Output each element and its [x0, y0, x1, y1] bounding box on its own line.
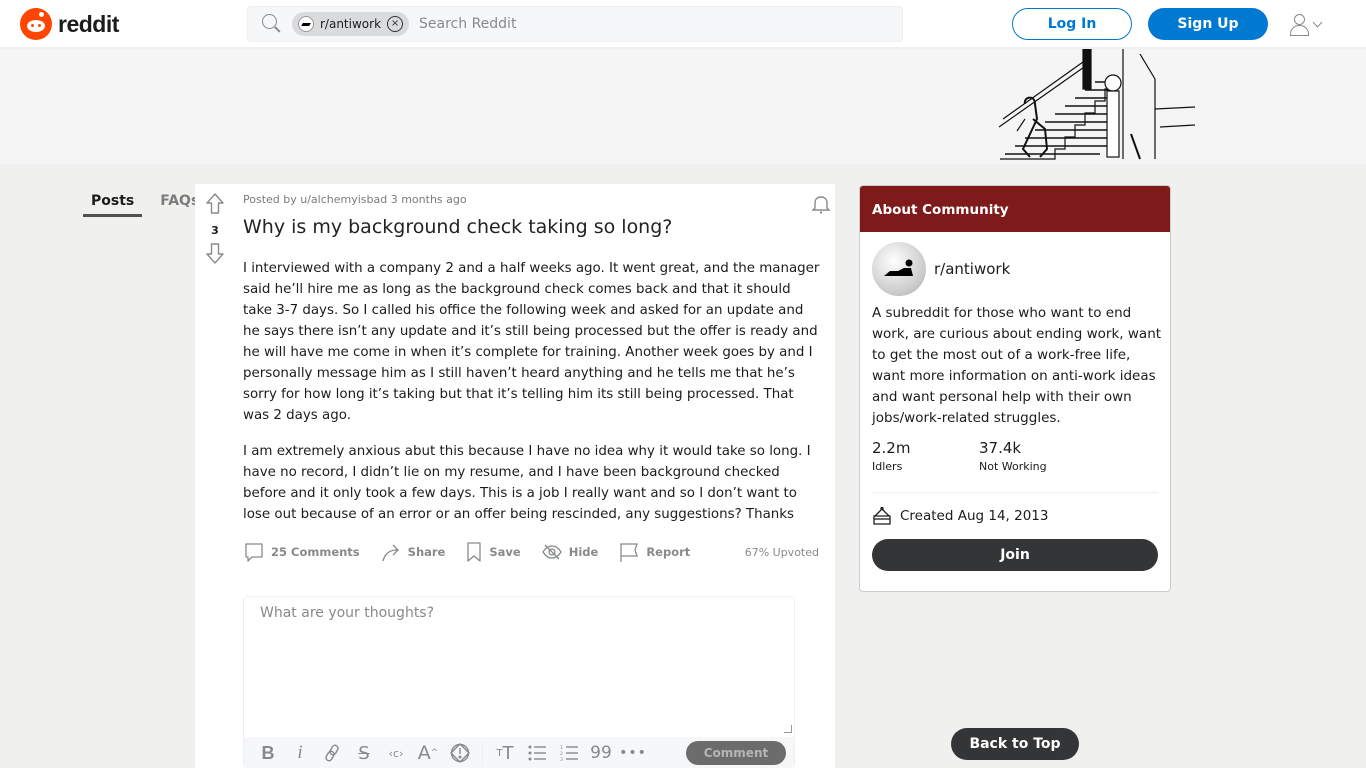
- comments-label: 25 Comments: [271, 545, 360, 559]
- subreddit-avatar-icon: [298, 16, 314, 32]
- search-icon: [262, 14, 282, 34]
- spoiler-icon[interactable]: [444, 739, 476, 767]
- post-body: I interviewed with a company 2 and a hal…: [243, 258, 823, 540]
- reclining-person-icon: [884, 259, 913, 276]
- toolbar-divider: [482, 741, 483, 765]
- stat-label: Idlers: [872, 460, 903, 473]
- join-button[interactable]: Join: [872, 539, 1158, 571]
- flag-icon: [620, 543, 639, 562]
- quote-icon[interactable]: 99: [585, 739, 617, 767]
- vote-column: 3: [203, 192, 227, 269]
- bookmark-icon: [467, 542, 482, 562]
- close-icon[interactable]: ×: [387, 16, 404, 32]
- user-menu-button[interactable]: [1288, 12, 1330, 36]
- share-icon: [382, 544, 399, 562]
- svg-text:3: 3: [560, 757, 563, 761]
- subreddit-banner: Posts FAQs Library Quotes Music: [0, 49, 1366, 217]
- user-icon: [1288, 13, 1310, 36]
- hide-label: Hide: [568, 545, 599, 559]
- comments-button[interactable]: 25 Comments: [243, 541, 360, 563]
- share-button[interactable]: Share: [380, 541, 446, 563]
- about-community-card: About Community r/antiwork A subreddit f…: [859, 185, 1171, 592]
- more-icon[interactable]: •••: [617, 739, 649, 767]
- top-nav: reddit r/antiwork × Log In Sign Up: [0, 0, 1366, 48]
- created-date: Created Aug 14, 2013: [872, 506, 1049, 526]
- hide-button[interactable]: Hide: [541, 541, 599, 563]
- vote-count: 3: [211, 224, 219, 237]
- svg-text:2: 2: [560, 751, 563, 757]
- italic-icon[interactable]: i: [284, 739, 316, 767]
- heading-icon[interactable]: TT: [489, 739, 521, 767]
- share-label: Share: [407, 545, 446, 559]
- numbered-list-icon[interactable]: 123: [553, 739, 585, 767]
- save-button[interactable]: Save: [465, 541, 521, 563]
- strikethrough-icon[interactable]: S: [348, 739, 380, 767]
- post-paragraph: I am extremely anxious abut this because…: [243, 444, 811, 522]
- community-name[interactable]: r/antiwork: [934, 260, 1010, 278]
- community-avatar[interactable]: [872, 242, 926, 296]
- comment-editor: B i S ‹c› A^ TT 123 99 ••• Comment: [243, 596, 795, 768]
- search-bar[interactable]: r/antiwork ×: [247, 6, 903, 42]
- created-label: Created Aug 14, 2013: [900, 508, 1049, 524]
- hide-eye-icon: [541, 544, 562, 560]
- banner-illustration: [998, 49, 1195, 160]
- cake-icon: [873, 506, 891, 525]
- subreddit-search-chip: r/antiwork ×: [292, 12, 410, 36]
- comment-input[interactable]: [244, 597, 794, 737]
- save-label: Save: [489, 545, 521, 559]
- community-identity: r/antiwork: [872, 242, 1010, 296]
- reddit-logo[interactable]: reddit: [20, 8, 119, 40]
- tab-posts[interactable]: Posts: [83, 189, 143, 217]
- post-card: 3 Posted by u/alchemyisbad 3 months ago …: [195, 184, 835, 768]
- svg-text:1: 1: [560, 745, 563, 751]
- editor-toolbar: B i S ‹c› A ^ TT 123 99 ••• Comment: [244, 737, 794, 768]
- chip-label: r/antiwork: [320, 17, 382, 31]
- post-title[interactable]: Why is my background check taking so lon…: [243, 216, 823, 238]
- community-description: A subreddit for those who want to end wo…: [872, 305, 1162, 426]
- report-label: Report: [646, 545, 691, 559]
- inline-code-icon[interactable]: ‹c›: [380, 739, 412, 767]
- community-stats: 2.2m Idlers 37.4k Not Working: [872, 439, 1086, 473]
- downvote-icon[interactable]: [205, 241, 225, 265]
- superscript-icon[interactable]: A ^: [412, 739, 444, 767]
- link-icon[interactable]: [316, 739, 348, 767]
- report-button[interactable]: Report: [618, 541, 690, 563]
- post-meta: Posted by u/alchemyisbad 3 months ago: [243, 193, 467, 206]
- bulleted-list-icon[interactable]: [521, 739, 553, 767]
- comment-submit-button[interactable]: Comment: [686, 741, 786, 765]
- search-input[interactable]: [419, 16, 902, 32]
- logo-text: reddit: [58, 10, 119, 37]
- bold-icon[interactable]: B: [252, 739, 284, 767]
- post-actions: 25 Comments Share Save Hide Report 67% U…: [243, 538, 823, 566]
- back-to-top-button[interactable]: Back to Top: [951, 728, 1079, 760]
- reddit-snoo-icon: [20, 8, 52, 40]
- bell-icon[interactable]: [809, 192, 833, 216]
- resize-handle[interactable]: [784, 725, 792, 733]
- stat-online: 37.4k Not Working: [979, 439, 1086, 473]
- stat-value: 2.2m: [872, 439, 911, 457]
- signup-button[interactable]: Sign Up: [1148, 8, 1268, 40]
- upvote-ratio: 67% Upvoted: [744, 545, 819, 559]
- about-community-header: About Community: [860, 186, 1170, 232]
- post-paragraph: I interviewed with a company 2 and a hal…: [243, 261, 820, 423]
- login-button[interactable]: Log In: [1012, 8, 1132, 40]
- comment-icon: [245, 543, 263, 562]
- divider: [872, 492, 1158, 493]
- stat-members: 2.2m Idlers: [872, 439, 979, 473]
- chevron-down-icon: [1312, 17, 1323, 27]
- stat-label: Not Working: [979, 460, 1047, 473]
- upvote-icon[interactable]: [205, 192, 225, 216]
- stat-value: 37.4k: [979, 439, 1022, 457]
